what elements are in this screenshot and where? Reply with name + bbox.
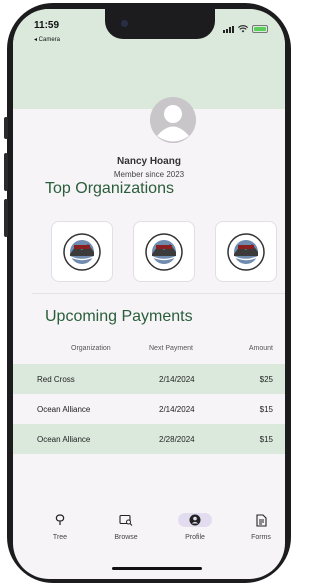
tree-icon <box>55 514 65 525</box>
home-indicator[interactable] <box>112 567 202 570</box>
column-header-amount: Amount <box>248 345 273 352</box>
tab-tree[interactable]: Tree <box>30 513 90 541</box>
table-row[interactable]: Ocean Alliance 2/14/2024 $15 <box>13 394 285 424</box>
section-divider <box>32 293 285 294</box>
profile-name: Nancy Hoang <box>117 156 181 167</box>
ocean-alliance-logo-icon <box>145 232 183 271</box>
upcoming-payments-title: Upcoming Payments <box>45 308 193 325</box>
payment-organization: Ocean Alliance <box>37 405 91 414</box>
org-card[interactable] <box>215 221 277 282</box>
ocean-alliance-logo-icon <box>63 232 101 271</box>
user-silhouette-icon <box>150 97 196 143</box>
profile-icon <box>189 514 201 526</box>
ocean-alliance-logo-icon <box>227 232 265 271</box>
top-organizations-title: Top Organizations <box>45 180 174 197</box>
tab-label: Tree <box>52 534 68 541</box>
column-header-next-payment: Next Payment <box>149 345 193 352</box>
tab-browse[interactable]: Browse <box>96 513 156 541</box>
org-card[interactable] <box>133 221 195 282</box>
payment-organization: Ocean Alliance <box>37 435 91 444</box>
payment-amount: $15 <box>259 405 273 414</box>
bottom-tab-bar: Tree Browse Profile Forms <box>13 505 285 551</box>
status-time: 11:59 <box>34 20 60 31</box>
payment-amount: $15 <box>259 435 273 444</box>
table-row[interactable]: Red Cross 2/14/2024 $25 <box>13 364 285 394</box>
status-icons <box>223 25 268 33</box>
browse-icon <box>119 514 133 526</box>
volume-down-button <box>4 199 8 237</box>
avatar[interactable] <box>150 97 196 143</box>
camera-dot <box>121 20 128 27</box>
action-button <box>4 117 8 139</box>
org-card[interactable] <box>51 221 113 282</box>
member-since: Member since 2023 <box>113 170 185 179</box>
column-header-organization: Organization <box>71 345 111 352</box>
payments-table-header: Organization Next Payment Amount <box>13 345 285 355</box>
payment-date: 2/28/2024 <box>159 435 195 444</box>
tab-forms[interactable]: Forms <box>231 513 285 541</box>
cellular-signal-icon <box>223 25 234 33</box>
volume-up-button <box>4 153 8 191</box>
payment-organization: Red Cross <box>37 375 75 384</box>
back-to-camera-link[interactable]: ◂ Camera <box>34 36 60 43</box>
tab-label: Profile <box>185 534 205 541</box>
payment-date: 2/14/2024 <box>159 375 195 384</box>
tab-label: Browse <box>114 534 138 541</box>
tab-label: Forms <box>251 534 271 541</box>
app-screen: 11:59 ◂ Camera Nancy Hoang Member since … <box>13 9 285 579</box>
payment-date: 2/14/2024 <box>159 405 195 414</box>
payment-amount: $25 <box>259 375 273 384</box>
forms-icon <box>255 513 267 527</box>
battery-icon <box>252 25 268 33</box>
table-row[interactable]: Ocean Alliance 2/28/2024 $15 <box>13 424 285 454</box>
tab-profile[interactable]: Profile <box>165 513 225 541</box>
wifi-icon <box>238 25 248 33</box>
top-organizations-list <box>51 221 277 282</box>
